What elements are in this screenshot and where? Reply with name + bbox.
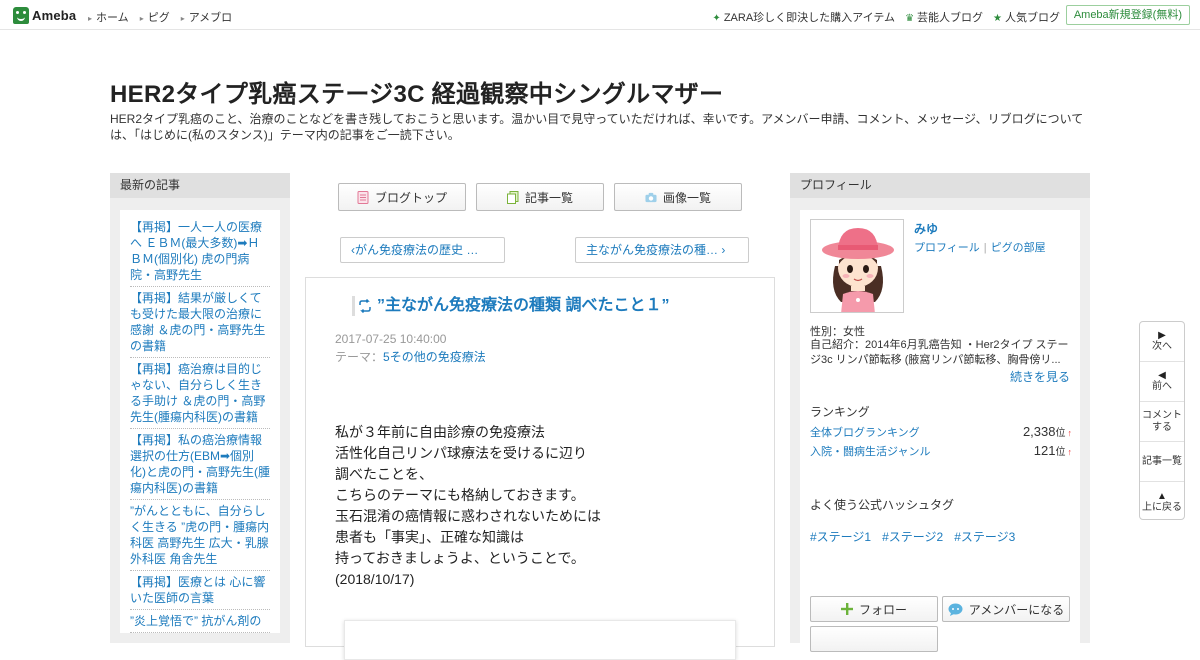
recent-entry[interactable]: 【再掲】医療とは 心に響いた医師の言葉 bbox=[130, 571, 270, 610]
profile-name[interactable]: みゆ bbox=[914, 220, 938, 237]
recent-entry[interactable]: ”がんとともに、自分らしく生きる ”虎の門・腫瘍内科医 高野先生 広大・乳腺外科… bbox=[130, 500, 270, 571]
prev-entry-link[interactable]: ‹がん免疫療法の歴史 … bbox=[340, 237, 505, 263]
profile-link[interactable]: プロフィール bbox=[914, 242, 980, 254]
recent-entries-sidebar: 最新の記事 【再掲】一人一人の医療へ ＥＢＭ(最大多数)➡ＨＢＭ(個別化) 虎の… bbox=[110, 173, 290, 643]
list-copy-icon bbox=[506, 190, 519, 204]
header-link-celebrity[interactable]: ♛ 芸能人ブログ bbox=[905, 9, 983, 25]
tab-image-list[interactable]: 画像一覧 bbox=[614, 183, 742, 211]
theme-link[interactable]: 5その他の免疫療法 bbox=[383, 350, 486, 364]
ameba-logo[interactable]: Ameba bbox=[13, 6, 76, 24]
floating-nav: ▶ 次へ ◀ 前へ コメント する 記事一覧 ▲ 上に戻る bbox=[1139, 321, 1185, 520]
ranking-row-overall: 全体ブログランキング 2,338位 ↑ bbox=[810, 424, 1072, 440]
article-date: 2017-07-25 10:40:00 bbox=[335, 332, 447, 346]
global-header: Ameba ホーム ピグ アメブロ ✦ZARA珍しく即決した購入アイテム ♛芸能… bbox=[0, 0, 1200, 30]
profile-card: みゆ プロフィール | ピグの部屋 性別：女性 自己紹介：2014年6月乳癌告知 ・… bbox=[800, 210, 1080, 652]
recent-entry[interactable]: 【再掲】私の癌治療情報選択の仕方(EBM➡個別化)と虎の門・高野先生(腫瘍内科医… bbox=[130, 429, 270, 500]
next-icon: ▶ bbox=[1158, 330, 1166, 341]
amember-button[interactable]: アメンバーになる bbox=[942, 596, 1070, 622]
prev-button[interactable]: ◀ 前へ bbox=[1140, 362, 1184, 402]
recent-entries-heading: 最新の記事 bbox=[110, 173, 290, 198]
chat-icon bbox=[948, 603, 963, 616]
article-line: 患者も「事実」、正確な知識は bbox=[335, 529, 524, 545]
profile-heading: プロフィール bbox=[790, 173, 1090, 198]
avatar-illustration bbox=[811, 220, 903, 312]
hashtag[interactable]: #ステージ3 bbox=[954, 528, 1015, 545]
header-link-zara[interactable]: ✦ ZARA珍しく即決した購入アイテム bbox=[712, 9, 895, 25]
nav-pigg[interactable]: ピグ bbox=[140, 9, 170, 25]
plus-icon bbox=[840, 603, 853, 615]
embedded-card[interactable] bbox=[344, 620, 736, 660]
sparkle-icon: ✦ bbox=[712, 13, 721, 24]
ameba-mascot-icon bbox=[13, 6, 29, 24]
article-line: 玉石混淆の癌情報に惑わされないためには bbox=[335, 508, 601, 524]
ranking-heading: ランキング bbox=[810, 405, 870, 419]
crown-icon: ♛ bbox=[905, 13, 915, 24]
follow-button[interactable]: フォロー bbox=[810, 596, 938, 622]
article-body: 私が３年前に自由診療の免疫療法 活性化自己リンパ球療法を受けるに辺り 調べたこと… bbox=[335, 422, 601, 590]
camera-icon bbox=[645, 192, 657, 202]
article-title[interactable]: ”主ながん免疫療法の種類 調べたこと１” bbox=[352, 296, 762, 316]
article-line: 私が３年前に自由診療の免疫療法 bbox=[335, 424, 545, 440]
hashtag[interactable]: #ステージ1 bbox=[810, 528, 871, 545]
article: ”主ながん免疫療法の種類 調べたこと１” 2017-07-25 10:40:00… bbox=[305, 277, 775, 660]
article-theme: テーマ：5その他の免疫療法 bbox=[335, 350, 486, 364]
prev-icon: ◀ bbox=[1158, 370, 1166, 381]
up-icon: ▲ bbox=[1157, 490, 1167, 502]
next-button[interactable]: ▶ 次へ bbox=[1140, 322, 1184, 362]
tab-entry-list[interactable]: 記事一覧 bbox=[476, 183, 604, 211]
ranking-label[interactable]: 入院・闘病生活ジャンル bbox=[810, 443, 930, 459]
register-button[interactable]: Ameba新規登録(無料) bbox=[1065, 5, 1190, 25]
tab-blog-top[interactable]: ブログトップ bbox=[338, 183, 466, 211]
comment-button[interactable]: コメント する bbox=[1140, 402, 1184, 442]
article-line: 持っておきましょうよ、ということで。 bbox=[335, 550, 585, 566]
global-nav: ホーム ピグ アメブロ bbox=[88, 9, 232, 25]
article-line: (2018/10/17) bbox=[335, 571, 415, 587]
divider: | bbox=[983, 242, 987, 254]
logo-text: Ameba bbox=[32, 7, 77, 23]
read-more-link[interactable]: 続きを見る bbox=[1010, 368, 1070, 385]
document-icon bbox=[357, 190, 369, 204]
recent-entries-list: 【再掲】一人一人の医療へ ＥＢＭ(最大多数)➡ＨＢＭ(個別化) 虎の門病院・高野… bbox=[120, 210, 280, 633]
ranking-value: 121位 ↑ bbox=[1033, 443, 1073, 458]
back-to-top-button[interactable]: ▲ 上に戻る bbox=[1140, 482, 1184, 522]
header-links: ✦ ZARA珍しく即決した購入アイテム ♛ 芸能人ブログ ★ 人気ブログ bbox=[712, 9, 1060, 25]
blog-tabs: ブログトップ 記事一覧 画像一覧 bbox=[338, 183, 742, 211]
ranking-row-genre: 入院・闘病生活ジャンル 121位 ↑ bbox=[810, 443, 1072, 459]
hashtag-heading: よく使う公式ハッシュタグ bbox=[810, 498, 955, 512]
trend-up-icon: ↑ bbox=[1067, 428, 1073, 438]
star-icon: ★ bbox=[993, 13, 1002, 24]
blog-title[interactable]: HER2タイプ乳癌ステージ3C 経過観察中シングルマザー bbox=[110, 74, 723, 109]
ranking-value: 2,338位 ↑ bbox=[1022, 424, 1073, 439]
avatar[interactable] bbox=[810, 219, 904, 313]
article-line: 活性化自己リンパ球療法を受けるに辺り bbox=[335, 445, 587, 461]
hashtag-list: #ステージ1 #ステージ2 #ステージ3 bbox=[810, 528, 1015, 545]
chevron-right-icon: › bbox=[718, 243, 726, 257]
ranking-label[interactable]: 全体ブログランキング bbox=[810, 424, 920, 440]
article-line: 調べたことを、 bbox=[335, 466, 433, 482]
recent-entry[interactable]: 【再掲】結果が厳しくても受けた最大限の治療に感謝 ＆虎の門・高野先生の書籍 bbox=[130, 287, 270, 358]
nav-ameblo[interactable]: アメブロ bbox=[181, 9, 232, 25]
header-link-popular[interactable]: ★ 人気ブログ bbox=[993, 9, 1060, 25]
profile-sex: 性別：女性 bbox=[810, 326, 865, 338]
article-line: こちらのテーマにも格納しておきます。 bbox=[335, 487, 585, 503]
nav-home[interactable]: ホーム bbox=[88, 9, 129, 25]
entry-list-button[interactable]: 記事一覧 bbox=[1140, 442, 1184, 482]
profile-links: プロフィール | ピグの部屋 bbox=[914, 239, 1046, 255]
blog-description: HER2タイプ乳癌のこと、治療のことなどを書き残しておこうと思います。温かい目で… bbox=[110, 112, 1084, 142]
profile-sidebar: プロフィール みゆ プロフィール | ピグの部屋 性別：女性 自己紹介：2014… bbox=[790, 173, 1090, 652]
recent-entry[interactable]: 【再掲】癌治療は目的じゃない、自分らしく生きる手助け ＆虎の門・高野先生(腫瘍内… bbox=[130, 358, 270, 429]
profile-intro: 自己紹介：2014年6月乳癌告知 ・Her2タイプ ステージ3c リンパ節転移 … bbox=[810, 339, 1069, 366]
recent-entry[interactable]: 【再掲】一人一人の医療へ ＥＢＭ(最大多数)➡ＨＢＭ(個別化) 虎の門病院・高野… bbox=[130, 216, 270, 287]
trend-up-icon: ↑ bbox=[1067, 447, 1073, 457]
pigg-room-link[interactable]: ピグの部屋 bbox=[991, 242, 1046, 254]
hashtag[interactable]: #ステージ2 bbox=[882, 528, 943, 545]
next-entry-link[interactable]: 主ながん免疫療法の種… › bbox=[575, 237, 749, 263]
